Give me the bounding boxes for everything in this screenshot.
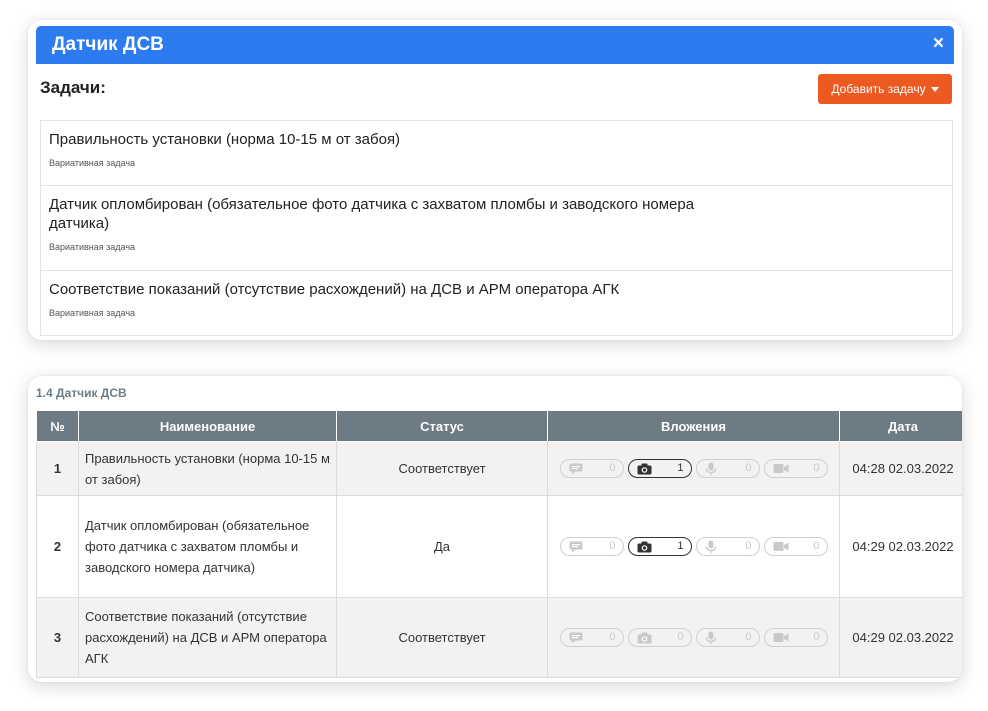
task-title: Датчик опломбирован (обязательное фото д… [49, 196, 695, 232]
row-status: Соответствует [336, 441, 548, 496]
video-attachment-button[interactable]: 0 [763, 537, 828, 556]
row-date: 04:28 02.03.2022 [839, 441, 962, 496]
video-icon [773, 633, 788, 642]
microphone-icon [705, 540, 716, 553]
table-row: 3 Соответствие показаний (отсутствие рас… [36, 597, 962, 678]
attachment-count: 0 [609, 540, 616, 552]
row-name: Датчик опломбирован (обязательное фото д… [78, 495, 337, 598]
table-row: 2 Датчик опломбирован (обязательное фото… [36, 495, 962, 598]
row-number: 2 [36, 495, 79, 598]
camera-icon [637, 463, 651, 474]
row-date: 04:29 02.03.2022 [839, 495, 962, 598]
report-table: № Наименование Статус Вложения Дата 1 Пр… [36, 410, 962, 678]
task-item[interactable]: Правильность установки (норма 10-15 м от… [40, 120, 953, 185]
comments-attachment-button[interactable]: 0 [559, 537, 624, 556]
column-header-number: № [36, 410, 79, 442]
row-status: Соответствует [336, 597, 548, 678]
video-icon [773, 542, 788, 551]
row-number: 3 [36, 597, 79, 678]
attachment-count: 0 [813, 540, 820, 552]
row-attachments: 0 0 0 0 [547, 597, 840, 678]
comments-attachment-button[interactable]: 0 [559, 628, 624, 647]
task-item[interactable]: Датчик опломбирован (обязательное фото д… [40, 185, 953, 270]
task-modal: Датчик ДСВ × Задачи: Добавить задачу Пра… [28, 20, 962, 340]
row-name: Правильность установки (норма 10-15 м от… [78, 441, 337, 496]
column-header-status: Статус [336, 410, 548, 442]
task-subtitle: Вариативная задача [49, 242, 136, 252]
video-icon [773, 464, 788, 473]
comment-icon [569, 541, 582, 552]
task-subtitle: Вариативная задача [49, 158, 136, 168]
table-header-row: № Наименование Статус Вложения Дата [36, 410, 962, 442]
comment-icon [569, 463, 582, 474]
row-attachments: 0 1 0 0 [547, 495, 840, 598]
close-icon[interactable]: × [933, 26, 944, 62]
row-number: 1 [36, 441, 79, 496]
attachment-count: 0 [813, 462, 820, 474]
task-title: Правильность установки (норма 10-15 м от… [49, 131, 401, 148]
attachment-count: 0 [813, 631, 820, 643]
column-header-date: Дата [839, 410, 962, 442]
task-list: Правильность установки (норма 10-15 м от… [40, 120, 953, 336]
task-item[interactable]: Соответствие показаний (отсутствие расхо… [40, 270, 953, 336]
comment-icon [569, 632, 582, 643]
attachment-count: 0 [609, 462, 616, 474]
chevron-down-icon [930, 87, 939, 92]
row-status: Да [336, 495, 548, 598]
video-attachment-button[interactable]: 0 [763, 628, 828, 647]
attachment-count: 0 [609, 631, 616, 643]
report-section-title: 1.4 Датчик ДСВ [36, 386, 127, 400]
video-attachment-button[interactable]: 0 [763, 459, 828, 478]
column-header-attachments: Вложения [547, 410, 840, 442]
audio-attachment-button[interactable]: 0 [695, 459, 760, 478]
row-attachments: 0 1 0 0 [547, 441, 840, 496]
microphone-icon [705, 462, 716, 475]
report-card: 1.4 Датчик ДСВ № Наименование Статус Вло… [28, 376, 962, 682]
attachment-count: 0 [677, 631, 684, 643]
modal-header: Датчик ДСВ × [36, 26, 954, 64]
row-name: Соответствие показаний (отсутствие расхо… [78, 597, 337, 678]
attachment-count: 0 [745, 540, 752, 552]
photos-attachment-button[interactable]: 0 [627, 628, 692, 647]
modal-title: Датчик ДСВ [52, 34, 164, 55]
photos-attachment-button[interactable]: 1 [627, 537, 692, 556]
camera-icon [637, 632, 651, 643]
task-subtitle: Вариативная задача [49, 308, 136, 318]
column-header-name: Наименование [78, 410, 337, 442]
audio-attachment-button[interactable]: 0 [695, 628, 760, 647]
attachment-count: 1 [677, 462, 684, 474]
microphone-icon [705, 631, 716, 644]
add-task-button[interactable]: Добавить задачу [818, 74, 952, 104]
comments-attachment-button[interactable]: 0 [559, 459, 624, 478]
attachment-count: 1 [677, 540, 684, 552]
task-title: Соответствие показаний (отсутствие расхо… [49, 281, 620, 298]
audio-attachment-button[interactable]: 0 [695, 537, 760, 556]
attachment-count: 0 [745, 462, 752, 474]
photos-attachment-button[interactable]: 1 [627, 459, 692, 478]
attachment-count: 0 [745, 631, 752, 643]
table-row: 1 Правильность установки (норма 10-15 м … [36, 441, 962, 496]
add-task-label: Добавить задачу [831, 82, 926, 96]
camera-icon [637, 541, 651, 552]
row-date: 04:29 02.03.2022 [839, 597, 962, 678]
tasks-heading: Задачи: [40, 78, 106, 97]
